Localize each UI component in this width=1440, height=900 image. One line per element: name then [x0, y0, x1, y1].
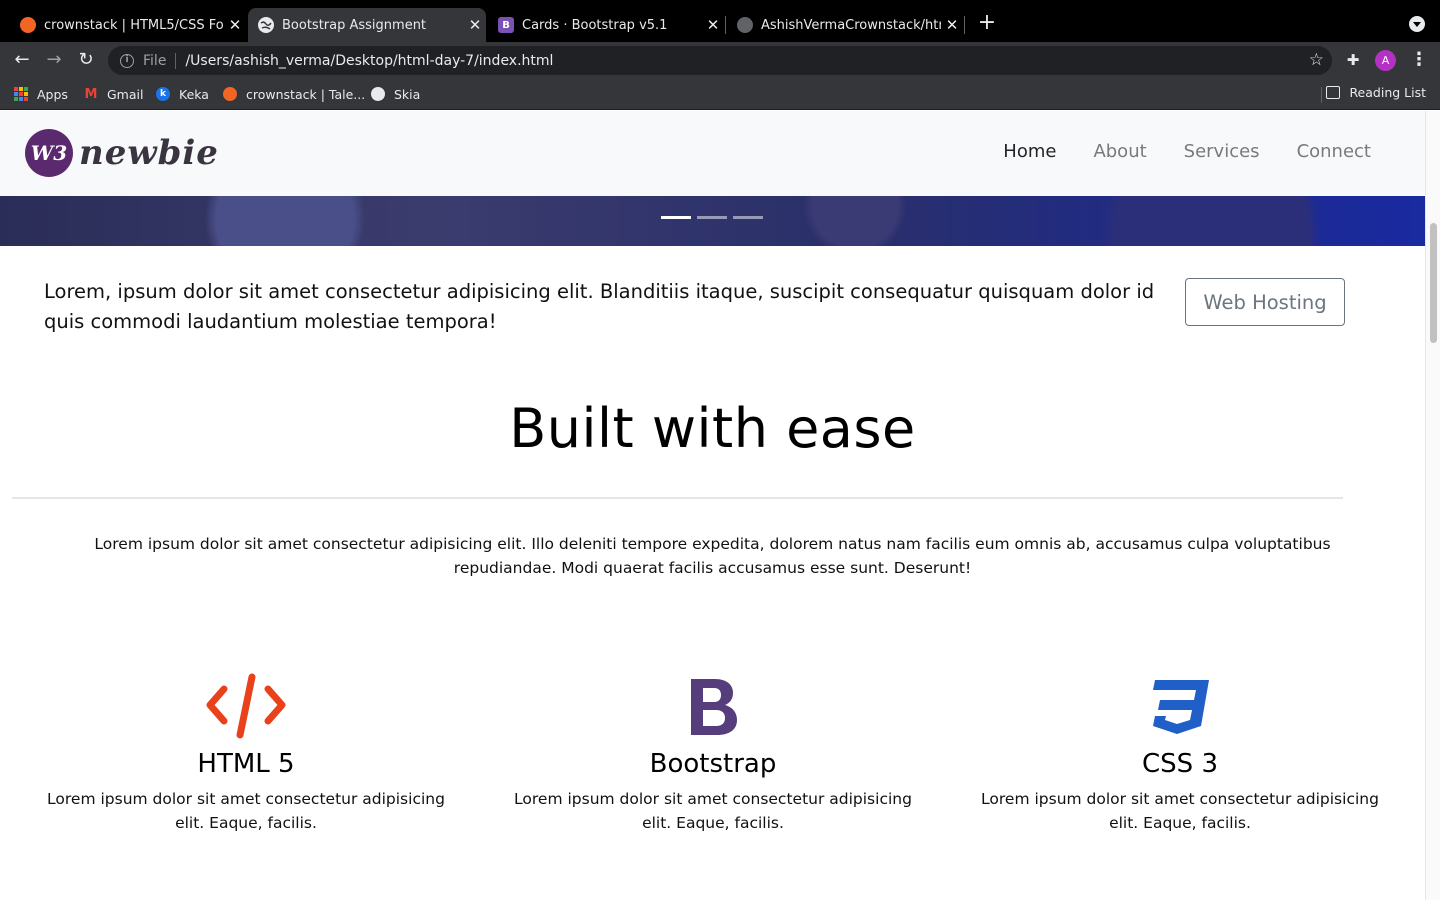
tab-separator [964, 16, 965, 34]
feature-text: Lorem ipsum dolor sit amet consectetur a… [514, 790, 912, 832]
bookmark-label: Apps [37, 86, 68, 102]
bookmark-separator [1321, 87, 1322, 103]
bookmark-skia[interactable]: Skia [371, 85, 420, 103]
forward-icon[interactable]: → [43, 49, 65, 71]
reload-icon[interactable]: ↻ [75, 49, 97, 71]
feature-title: Bootstrap [649, 749, 777, 779]
section-title: Built with ease [509, 397, 916, 460]
carousel-indicator[interactable] [697, 216, 727, 219]
close-icon[interactable]: ✕ [224, 16, 246, 34]
close-icon[interactable]: ✕ [464, 16, 486, 34]
bookmark-gmail[interactable]: M Gmail [84, 85, 144, 103]
section-lead: Lorem ipsum dolor sit amet consectetur a… [94, 535, 1331, 577]
tab-github[interactable]: AshishVermaCrownstack/html- ✕ [727, 8, 963, 42]
feature-title: CSS 3 [1142, 749, 1218, 779]
page-scrollbar[interactable] [1425, 111, 1440, 900]
intro-text: Lorem, ipsum dolor sit amet consectetur … [44, 280, 1155, 333]
keka-icon: k [156, 87, 170, 101]
scrollbar-thumb[interactable] [1430, 223, 1437, 343]
address-scheme: File [143, 52, 167, 69]
reading-list-icon [1326, 86, 1341, 99]
bookmarks-bar: Apps M Gmail k Keka crownstack | Tale...… [0, 78, 1440, 110]
carousel-indicator[interactable] [733, 216, 763, 219]
nav-connect[interactable]: Connect [1297, 141, 1371, 162]
extensions-puzzle-icon[interactable]: ✚ [1344, 51, 1362, 69]
tab-bootstrap-cards[interactable]: B Cards · Bootstrap v5.1 ✕ [488, 8, 724, 42]
feature-css3: CSS 3 Lorem ipsum dolor sit amet consect… [965, 671, 1395, 835]
bookmark-label: crownstack | Tale... [246, 86, 366, 102]
tab-bootstrap-assignment[interactable]: Bootstrap Assignment ✕ [248, 8, 486, 42]
github-icon [737, 17, 753, 33]
page-viewport: W3 newbie Home About Services Connect Lo… [0, 111, 1440, 900]
bookmark-star-icon[interactable]: ☆ [1309, 50, 1324, 70]
web-hosting-button[interactable]: Web Hosting [1185, 278, 1345, 326]
info-icon[interactable]: i [120, 53, 134, 68]
feature-text: Lorem ipsum dolor sit amet consectetur a… [981, 790, 1379, 832]
back-icon[interactable]: ← [11, 49, 33, 71]
tab-title: crownstack | HTML5/CSS For b [44, 17, 224, 33]
globe-icon [371, 87, 385, 101]
tab-crownstack[interactable]: crownstack | HTML5/CSS For b ✕ [10, 8, 246, 42]
logo-wordmark: newbie [79, 133, 219, 173]
gmail-icon: M [84, 86, 98, 102]
bootstrap-icon [498, 671, 928, 743]
nav-about[interactable]: About [1093, 141, 1146, 162]
feature-title: HTML 5 [197, 749, 295, 779]
globe-icon [258, 17, 274, 33]
address-path: /Users/ashish_verma/Desktop/html-day-7/i… [185, 52, 554, 69]
tab-title: AshishVermaCrownstack/html- [761, 17, 941, 33]
tab-separator [725, 16, 726, 34]
bookmark-crownstack[interactable]: crownstack | Tale... [223, 85, 365, 103]
feature-html5: HTML 5 Lorem ipsum dolor sit amet consec… [31, 671, 461, 835]
reading-list-label: Reading List [1349, 85, 1426, 100]
close-icon[interactable]: ✕ [941, 16, 963, 34]
profile-avatar[interactable]: A [1375, 50, 1396, 71]
code-icon [31, 671, 461, 743]
tab-title: Cards · Bootstrap v5.1 [522, 17, 668, 33]
site-navbar: W3 newbie Home About Services Connect [0, 111, 1425, 196]
css3-icon [965, 671, 1395, 743]
bookmark-keka[interactable]: k Keka [156, 85, 209, 103]
nav-home[interactable]: Home [1003, 141, 1056, 162]
bookmark-label: Gmail [107, 86, 144, 102]
carousel-indicator[interactable] [661, 216, 691, 219]
reading-list-button[interactable]: Reading List [1326, 85, 1426, 100]
main-nav: Home About Services Connect [966, 141, 1371, 162]
apps-grid-icon [14, 87, 28, 101]
carousel-indicators [661, 216, 769, 219]
kebab-menu-icon[interactable]: ⋮ [1410, 49, 1428, 71]
crownstack-favicon-icon [20, 17, 36, 33]
bookmark-label: Keka [179, 86, 209, 102]
feature-bootstrap: Bootstrap Lorem ipsum dolor sit amet con… [498, 671, 928, 835]
site-logo[interactable]: W3 newbie [25, 129, 219, 177]
crownstack-favicon-icon [223, 87, 237, 101]
feature-text: Lorem ipsum dolor sit amet consectetur a… [47, 790, 445, 832]
address-bar[interactable]: i File /Users/ashish_verma/Desktop/html-… [108, 46, 1332, 75]
tab-title: Bootstrap Assignment [282, 17, 427, 33]
browser-tab-strip: crownstack | HTML5/CSS For b ✕ Bootstrap… [0, 0, 1440, 42]
nav-services[interactable]: Services [1184, 141, 1260, 162]
close-icon[interactable]: ✕ [702, 16, 724, 34]
bootstrap-favicon-icon: B [498, 17, 514, 33]
section-divider [12, 497, 1343, 499]
browser-toolbar: ← → ↻ i File /Users/ashish_verma/Desktop… [0, 42, 1440, 78]
tab-search-icon[interactable] [1409, 16, 1425, 32]
bookmark-label: Skia [394, 86, 421, 102]
logo-badge: W3 [25, 129, 73, 177]
bookmark-apps[interactable]: Apps [14, 85, 68, 103]
address-separator [175, 52, 177, 69]
new-tab-button[interactable]: + [976, 12, 998, 34]
